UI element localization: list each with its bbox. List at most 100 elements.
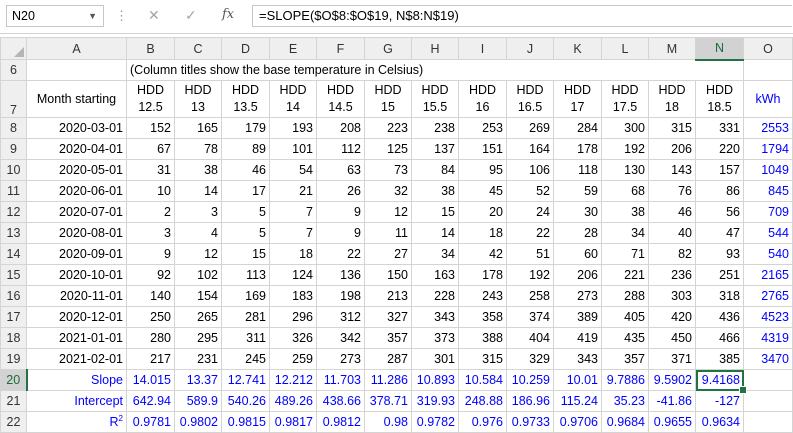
month-date-cell[interactable]: 2020-05-01 [26,159,127,181]
hdd-value-cell[interactable]: 253 [458,117,507,139]
hdd-value-cell[interactable]: 371 [648,348,696,370]
hdd-column-header[interactable]: HDD 14.5 [316,80,365,118]
kwh-value-cell[interactable]: 4523 [743,306,793,328]
month-date-cell[interactable]: 2020-10-01 [26,264,127,286]
hdd-value-cell[interactable]: 60 [553,243,602,265]
hdd-value-cell[interactable]: 269 [506,117,554,139]
hdd-value-cell[interactable]: 150 [364,264,412,286]
row-header[interactable]: 15 [0,264,27,286]
hdd-value-cell[interactable]: 106 [506,159,554,181]
hdd-value-cell[interactable]: 280 [126,327,175,349]
row-header[interactable]: 22 [0,411,27,433]
hdd-value-cell[interactable]: 12 [364,201,412,223]
hdd-value-cell[interactable]: 265 [174,306,222,328]
hdd-value-cell[interactable]: 326 [269,327,317,349]
hdd-value-cell[interactable]: 178 [458,264,507,286]
hdd-value-cell[interactable]: 343 [553,348,602,370]
hdd-value-cell[interactable]: 388 [458,327,507,349]
hdd-value-cell[interactable]: 5 [221,201,270,223]
hdd-value-cell[interactable]: 223 [364,117,412,139]
hdd-value-cell[interactable]: 192 [601,138,649,160]
kwh-value-cell[interactable]: 2553 [743,117,793,139]
hdd-value-cell[interactable]: 273 [316,348,365,370]
hdd-value-cell[interactable]: 46 [221,159,270,181]
hdd-value-cell[interactable]: 221 [601,264,649,286]
column-header-e[interactable]: E [269,37,317,60]
hdd-column-header[interactable]: HDD 14 [269,80,317,118]
hdd-value-cell[interactable]: 31 [126,159,175,181]
row-header[interactable]: 11 [0,180,27,202]
hdd-column-header[interactable]: HDD 18 [648,80,696,118]
hdd-column-header[interactable]: HDD 16.5 [506,80,554,118]
month-starting-header[interactable]: Month starting [26,80,127,118]
stat-label-cell[interactable]: Intercept [26,390,127,412]
row-header[interactable]: 14 [0,243,27,265]
hdd-value-cell[interactable]: 68 [601,180,649,202]
hdd-value-cell[interactable]: 22 [316,243,365,265]
hdd-value-cell[interactable]: 32 [364,180,412,202]
hdd-value-cell[interactable]: 136 [316,264,365,286]
empty-cell[interactable] [743,369,793,391]
stat-value-cell[interactable]: 438.66 [316,390,365,412]
hdd-value-cell[interactable]: 206 [553,264,602,286]
formula-input[interactable]: =SLOPE($O$8:$O$19, N$8:N$19) [252,5,792,27]
hdd-value-cell[interactable]: 78 [174,138,222,160]
kwh-value-cell[interactable]: 1794 [743,138,793,160]
stat-value-cell[interactable]: 14.015 [126,369,175,391]
hdd-value-cell[interactable]: 213 [364,285,412,307]
kwh-value-cell[interactable]: 544 [743,222,793,244]
stat-value-cell[interactable]: 10.259 [506,369,554,391]
row-header[interactable]: 8 [0,117,27,139]
hdd-value-cell[interactable]: 93 [695,243,744,265]
hdd-value-cell[interactable]: 163 [411,264,459,286]
hdd-value-cell[interactable]: 54 [269,159,317,181]
hdd-value-cell[interactable]: 250 [126,306,175,328]
stat-value-cell[interactable]: 35.23 [601,390,649,412]
hdd-value-cell[interactable]: 301 [411,348,459,370]
hdd-value-cell[interactable]: 45 [458,180,507,202]
stat-value-cell[interactable]: 115.24 [553,390,602,412]
hdd-value-cell[interactable]: 357 [601,348,649,370]
hdd-value-cell[interactable]: 14 [411,222,459,244]
hdd-value-cell[interactable]: 125 [364,138,412,160]
hdd-value-cell[interactable]: 73 [364,159,412,181]
hdd-value-cell[interactable]: 343 [411,306,459,328]
stat-value-cell[interactable]: 0.9812 [316,411,365,433]
hdd-column-header[interactable]: HDD 17.5 [601,80,649,118]
hdd-value-cell[interactable]: 157 [695,159,744,181]
hdd-value-cell[interactable]: 26 [316,180,365,202]
hdd-value-cell[interactable]: 28 [553,222,602,244]
confirm-icon[interactable]: ✓ [185,7,197,24]
hdd-value-cell[interactable]: 7 [269,222,317,244]
hdd-value-cell[interactable]: 130 [601,159,649,181]
column-header-a[interactable]: A [26,37,127,60]
stat-value-cell[interactable]: 248.88 [458,390,507,412]
cell-o6[interactable] [743,59,793,81]
row-header[interactable]: 19 [0,348,27,370]
hdd-value-cell[interactable]: 192 [506,264,554,286]
more-options-icon[interactable]: ⋮ [115,8,128,24]
hdd-value-cell[interactable]: 295 [174,327,222,349]
row-header[interactable]: 17 [0,306,27,328]
row-header[interactable]: 20 [0,369,28,391]
hdd-value-cell[interactable]: 303 [648,285,696,307]
hdd-value-cell[interactable]: 245 [221,348,270,370]
hdd-value-cell[interactable]: 179 [221,117,270,139]
month-date-cell[interactable]: 2020-06-01 [26,180,127,202]
stat-value-cell[interactable]: 10.584 [458,369,507,391]
stat-label-cell[interactable]: Slope [26,369,127,391]
hdd-value-cell[interactable]: 300 [601,117,649,139]
row-header[interactable]: 21 [0,390,27,412]
hdd-value-cell[interactable]: 40 [648,222,696,244]
hdd-value-cell[interactable]: 84 [411,159,459,181]
row-header[interactable]: 16 [0,285,27,307]
hdd-column-header[interactable]: HDD 17 [553,80,602,118]
hdd-value-cell[interactable]: 137 [411,138,459,160]
hdd-value-cell[interactable]: 318 [695,285,744,307]
hdd-value-cell[interactable]: 288 [601,285,649,307]
hdd-value-cell[interactable]: 10 [126,180,175,202]
month-date-cell[interactable]: 2021-02-01 [26,348,127,370]
hdd-value-cell[interactable]: 113 [221,264,270,286]
column-header-b[interactable]: B [126,37,175,60]
hdd-value-cell[interactable]: 18 [269,243,317,265]
